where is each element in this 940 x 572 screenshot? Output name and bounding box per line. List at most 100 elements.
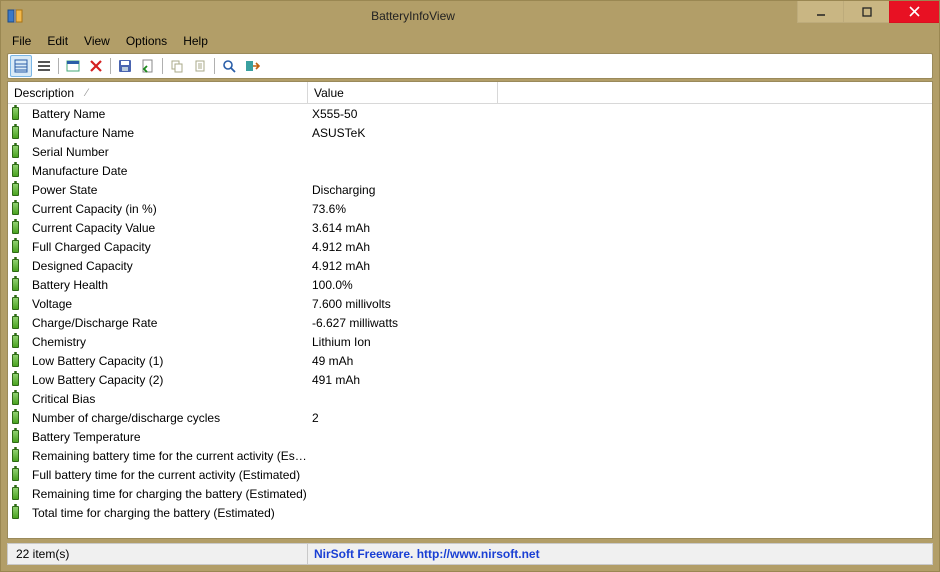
toolbar-separator bbox=[108, 55, 113, 77]
table-row[interactable]: Power StateDischarging bbox=[8, 180, 932, 199]
battery-icon bbox=[12, 430, 28, 443]
table-row[interactable]: Charge/Discharge Rate-6.627 milliwatts bbox=[8, 313, 932, 332]
toolbar bbox=[7, 53, 933, 79]
battery-icon bbox=[12, 297, 28, 310]
table-row[interactable]: Low Battery Capacity (2)491 mAh bbox=[8, 370, 932, 389]
table-row[interactable]: Voltage7.600 millivolts bbox=[8, 294, 932, 313]
battery-icon bbox=[12, 506, 28, 519]
battery-icon bbox=[12, 240, 28, 253]
table-row[interactable]: Remaining time for charging the battery … bbox=[8, 484, 932, 503]
row-value: Lithium Ion bbox=[308, 335, 928, 349]
row-value: ASUSTeK bbox=[308, 126, 928, 140]
battery-icon bbox=[12, 126, 28, 139]
find-button[interactable] bbox=[218, 55, 240, 77]
row-description: Battery Name bbox=[28, 107, 308, 121]
window-title: BatteryInfoView bbox=[29, 1, 797, 31]
row-value: 100.0% bbox=[308, 278, 928, 292]
find-icon bbox=[221, 58, 237, 74]
sort-indicator-icon: ⁄ bbox=[86, 87, 88, 99]
toolbar-separator bbox=[212, 55, 217, 77]
row-value: 49 mAh bbox=[308, 354, 928, 368]
table-row[interactable]: Serial Number bbox=[8, 142, 932, 161]
copy-icon bbox=[169, 58, 185, 74]
row-description: Designed Capacity bbox=[28, 259, 308, 273]
view-details-button[interactable] bbox=[10, 55, 32, 77]
row-value: 3.614 mAh bbox=[308, 221, 928, 235]
row-description: Chemistry bbox=[28, 335, 308, 349]
battery-icon bbox=[12, 449, 28, 462]
details-view-icon bbox=[13, 58, 29, 74]
row-description: Remaining battery time for the current a… bbox=[28, 449, 308, 463]
refresh-icon bbox=[140, 58, 156, 74]
table-row[interactable]: Battery NameX555-50 bbox=[8, 104, 932, 123]
table-row[interactable]: Full Charged Capacity4.912 mAh bbox=[8, 237, 932, 256]
window-controls bbox=[797, 1, 939, 31]
minimize-button[interactable] bbox=[797, 1, 843, 23]
table-row[interactable]: Remaining battery time for the current a… bbox=[8, 446, 932, 465]
row-description: Remaining time for charging the battery … bbox=[28, 487, 308, 501]
table-row[interactable]: Current Capacity (in %)73.6% bbox=[8, 199, 932, 218]
battery-icon bbox=[12, 468, 28, 481]
table-row[interactable]: Critical Bias bbox=[8, 389, 932, 408]
table-row[interactable]: ChemistryLithium Ion bbox=[8, 332, 932, 351]
status-item-count: 22 item(s) bbox=[8, 544, 308, 564]
row-value: 4.912 mAh bbox=[308, 240, 928, 254]
menu-file[interactable]: File bbox=[4, 32, 39, 50]
row-description: Charge/Discharge Rate bbox=[28, 316, 308, 330]
battery-icon bbox=[12, 278, 28, 291]
row-description: Full Charged Capacity bbox=[28, 240, 308, 254]
row-description: Current Capacity (in %) bbox=[28, 202, 308, 216]
refresh-button[interactable] bbox=[137, 55, 159, 77]
battery-icon bbox=[12, 202, 28, 215]
row-value: 2 bbox=[308, 411, 928, 425]
menu-options[interactable]: Options bbox=[118, 32, 175, 50]
table-row[interactable]: Low Battery Capacity (1)49 mAh bbox=[8, 351, 932, 370]
column-headers: Description ⁄ Value bbox=[8, 82, 932, 104]
list-view[interactable]: Description ⁄ Value Battery NameX555-50M… bbox=[7, 81, 933, 539]
row-description: Total time for charging the battery (Est… bbox=[28, 506, 308, 520]
table-row[interactable]: Battery Health100.0% bbox=[8, 275, 932, 294]
battery-icon bbox=[12, 316, 28, 329]
table-row[interactable]: Current Capacity Value3.614 mAh bbox=[8, 218, 932, 237]
battery-icon bbox=[12, 335, 28, 348]
battery-icon bbox=[12, 221, 28, 234]
table-row[interactable]: Number of charge/discharge cycles2 bbox=[8, 408, 932, 427]
column-header-spacer bbox=[498, 82, 932, 103]
status-link[interactable]: NirSoft Freeware. http://www.nirsoft.net bbox=[308, 544, 932, 564]
delete-x-icon bbox=[88, 58, 104, 74]
list-body[interactable]: Battery NameX555-50Manufacture NameASUST… bbox=[8, 104, 932, 538]
nirsoft-link[interactable]: NirSoft Freeware. http://www.nirsoft.net bbox=[314, 547, 540, 561]
copy-all-button[interactable] bbox=[189, 55, 211, 77]
row-description: Low Battery Capacity (2) bbox=[28, 373, 308, 387]
table-row[interactable]: Full battery time for the current activi… bbox=[8, 465, 932, 484]
maximize-button[interactable] bbox=[843, 1, 889, 23]
row-description: Battery Health bbox=[28, 278, 308, 292]
battery-icon bbox=[12, 107, 28, 120]
exit-button[interactable] bbox=[241, 55, 263, 77]
save-button[interactable] bbox=[114, 55, 136, 77]
delete-button[interactable] bbox=[85, 55, 107, 77]
close-button[interactable] bbox=[889, 1, 939, 23]
battery-icon bbox=[12, 373, 28, 386]
row-value: X555-50 bbox=[308, 107, 928, 121]
table-row[interactable]: Designed Capacity4.912 mAh bbox=[8, 256, 932, 275]
list-view-icon bbox=[36, 58, 52, 74]
copy-button[interactable] bbox=[166, 55, 188, 77]
column-header-value[interactable]: Value bbox=[308, 82, 498, 103]
battery-icon bbox=[12, 259, 28, 272]
row-description: Manufacture Name bbox=[28, 126, 308, 140]
properties-button[interactable] bbox=[62, 55, 84, 77]
column-header-description[interactable]: Description ⁄ bbox=[8, 82, 308, 103]
menu-view[interactable]: View bbox=[76, 32, 118, 50]
table-row[interactable]: Battery Temperature bbox=[8, 427, 932, 446]
row-description: Critical Bias bbox=[28, 392, 308, 406]
save-disk-icon bbox=[117, 58, 133, 74]
menu-edit[interactable]: Edit bbox=[39, 32, 76, 50]
row-value: Discharging bbox=[308, 183, 928, 197]
table-row[interactable]: Manufacture Date bbox=[8, 161, 932, 180]
table-row[interactable]: Manufacture NameASUSTeK bbox=[8, 123, 932, 142]
view-list-button[interactable] bbox=[33, 55, 55, 77]
menu-help[interactable]: Help bbox=[175, 32, 216, 50]
row-description: Battery Temperature bbox=[28, 430, 308, 444]
table-row[interactable]: Total time for charging the battery (Est… bbox=[8, 503, 932, 522]
